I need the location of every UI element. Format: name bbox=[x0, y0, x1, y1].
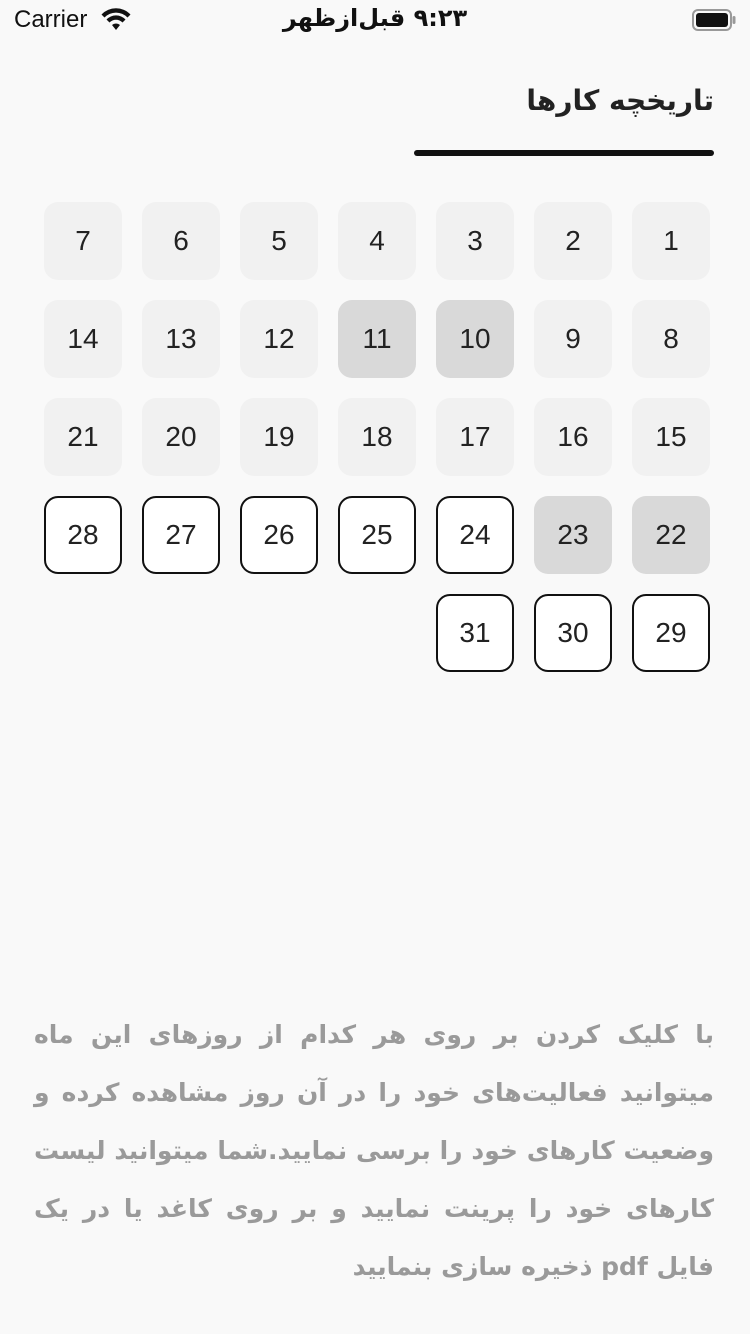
calendar-day-21[interactable]: 21 bbox=[44, 398, 122, 476]
calendar-day-27[interactable]: 27 bbox=[142, 496, 220, 574]
calendar-day-15[interactable]: 15 bbox=[632, 398, 710, 476]
calendar-day-4[interactable]: 4 bbox=[338, 202, 416, 280]
calendar-day-2[interactable]: 2 bbox=[534, 202, 612, 280]
calendar-day-14[interactable]: 14 bbox=[44, 300, 122, 378]
status-time: ۹:۲۳ قبل‌ازظهر bbox=[282, 4, 468, 32]
calendar-day-26[interactable]: 26 bbox=[240, 496, 318, 574]
calendar-day-6[interactable]: 6 bbox=[142, 202, 220, 280]
calendar-day-28[interactable]: 28 bbox=[44, 496, 122, 574]
calendar-grid: 1 2 3 4 5 6 7 8 9 10 11 12 13 14 15 16 17 18 19 20 21 22 23 24 2… bbox=[40, 202, 710, 672]
page-title: تاریخچه کارها bbox=[526, 84, 714, 117]
calendar-day-31[interactable]: 31 bbox=[436, 594, 514, 672]
calendar-day-5[interactable]: 5 bbox=[240, 202, 318, 280]
calendar-day-18[interactable]: 18 bbox=[338, 398, 416, 476]
calendar-day-30[interactable]: 30 bbox=[534, 594, 612, 672]
calendar-day-29[interactable]: 29 bbox=[632, 594, 710, 672]
calendar-day-10[interactable]: 10 bbox=[436, 300, 514, 378]
calendar-day-12[interactable]: 12 bbox=[240, 300, 318, 378]
calendar-day-13[interactable]: 13 bbox=[142, 300, 220, 378]
calendar-day-16[interactable]: 16 bbox=[534, 398, 612, 476]
battery-icon bbox=[692, 9, 736, 31]
calendar-day-19[interactable]: 19 bbox=[240, 398, 318, 476]
status-bar: Carrier ۹:۲۳ قبل‌ازظهر bbox=[0, 0, 750, 40]
calendar-day-11[interactable]: 11 bbox=[338, 300, 416, 378]
calendar-day-24[interactable]: 24 bbox=[436, 496, 514, 574]
calendar-day-20[interactable]: 20 bbox=[142, 398, 220, 476]
calendar-day-17[interactable]: 17 bbox=[436, 398, 514, 476]
calendar-day-25[interactable]: 25 bbox=[338, 496, 416, 574]
title-underline bbox=[414, 150, 714, 156]
help-description: با کلیک کردن بر روی هر کدام از روزهای ای… bbox=[34, 1020, 714, 1281]
calendar-day-3[interactable]: 3 bbox=[436, 202, 514, 280]
calendar-day-8[interactable]: 8 bbox=[632, 300, 710, 378]
calendar-day-9[interactable]: 9 bbox=[534, 300, 612, 378]
calendar-day-7[interactable]: 7 bbox=[44, 202, 122, 280]
calendar-day-1[interactable]: 1 bbox=[632, 202, 710, 280]
calendar-day-22[interactable]: 22 bbox=[632, 496, 710, 574]
calendar-day-23[interactable]: 23 bbox=[534, 496, 612, 574]
